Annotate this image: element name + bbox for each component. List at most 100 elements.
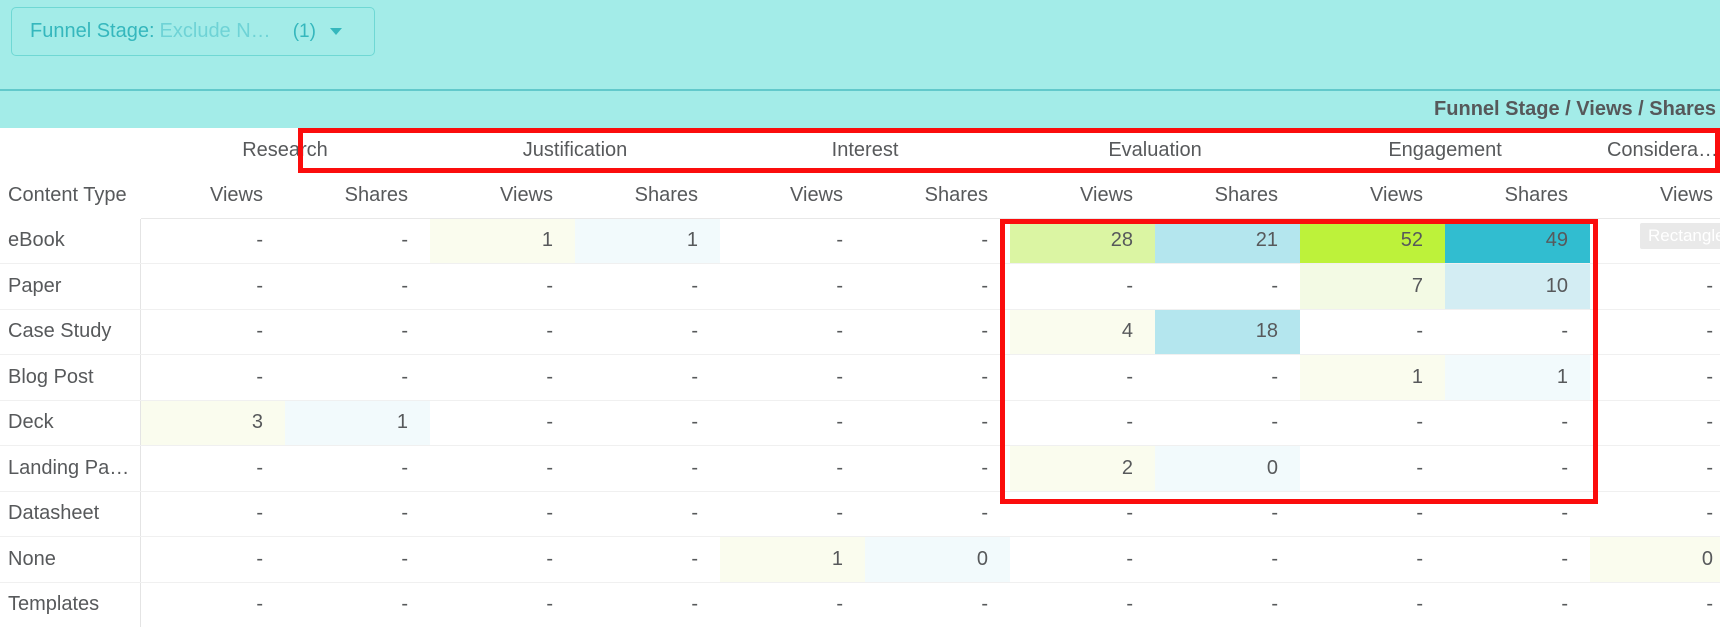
table-cell[interactable]: -: [430, 445, 576, 492]
table-cell[interactable]: -: [865, 491, 1011, 537]
table-cell[interactable]: 49: [1445, 218, 1591, 264]
table-cell[interactable]: 1: [720, 536, 866, 583]
table-cell[interactable]: -: [720, 263, 866, 310]
table-cell[interactable]: -: [285, 263, 431, 310]
group-header-evaluation[interactable]: Evaluation: [1010, 128, 1301, 173]
table-cell[interactable]: -: [1590, 309, 1720, 355]
group-header-considera[interactable]: Considera…: [1590, 128, 1720, 173]
table-cell[interactable]: 1: [1300, 354, 1446, 401]
table-cell[interactable]: -: [575, 445, 721, 492]
table-cell[interactable]: -: [430, 582, 576, 627]
table-cell[interactable]: -: [430, 400, 576, 446]
table-row[interactable]: Blog Post - - - - - - - -1 1-: [0, 354, 1720, 401]
table-cell[interactable]: -: [285, 445, 431, 492]
table-cell[interactable]: -: [1300, 309, 1446, 355]
column-header-shares-7[interactable]: Shares: [1155, 173, 1301, 219]
row-label[interactable]: Blog Post: [0, 354, 141, 401]
table-row[interactable]: Templates - - - - - - - - - - -: [0, 582, 1720, 627]
table-cell[interactable]: 0: [1590, 536, 1720, 583]
table-cell[interactable]: -: [720, 582, 866, 627]
table-cell[interactable]: 1: [285, 400, 431, 446]
table-cell[interactable]: -: [1155, 536, 1301, 583]
table-cell[interactable]: 18: [1155, 309, 1301, 355]
column-header-views-6[interactable]: Views: [1010, 173, 1156, 219]
table-cell[interactable]: 1: [430, 218, 576, 264]
table-cell[interactable]: -: [140, 263, 285, 310]
table-cell[interactable]: -: [1010, 582, 1156, 627]
table-cell[interactable]: -: [140, 445, 285, 492]
table-cell[interactable]: -: [720, 309, 866, 355]
table-cell[interactable]: -: [285, 218, 431, 264]
table-cell[interactable]: 1: [1445, 354, 1591, 401]
table-cell[interactable]: -: [1155, 491, 1301, 537]
table-cell[interactable]: -: [140, 309, 285, 355]
table-cell[interactable]: -: [1590, 354, 1720, 401]
group-header-engagement[interactable]: Engagement: [1300, 128, 1591, 173]
table-cell[interactable]: -: [1445, 309, 1591, 355]
table-cell[interactable]: -: [575, 354, 721, 401]
group-header-blank[interactable]: [0, 128, 140, 173]
table-cell[interactable]: -: [285, 536, 431, 583]
row-label[interactable]: None: [0, 536, 141, 583]
table-cell[interactable]: -: [430, 263, 576, 310]
table-row[interactable]: Deck 3 1- - - - - - - - -: [0, 400, 1720, 446]
table-cell[interactable]: -: [1445, 445, 1591, 492]
table-cell[interactable]: -: [720, 400, 866, 446]
table-cell[interactable]: -: [285, 309, 431, 355]
table-cell[interactable]: -: [720, 218, 866, 264]
table-cell[interactable]: -: [1590, 445, 1720, 492]
table-cell[interactable]: -: [720, 445, 866, 492]
table-cell[interactable]: -: [865, 445, 1011, 492]
table-cell[interactable]: -: [1445, 582, 1591, 627]
table-cell[interactable]: -: [430, 536, 576, 583]
table-cell[interactable]: -: [285, 491, 431, 537]
column-header-shares-3[interactable]: Shares: [575, 173, 721, 219]
table-cell[interactable]: -: [720, 491, 866, 537]
table-cell[interactable]: -: [575, 400, 721, 446]
column-header-views-8[interactable]: Views: [1300, 173, 1446, 219]
row-label[interactable]: Case Study: [0, 309, 141, 355]
table-cell[interactable]: -: [575, 491, 721, 537]
column-header-views-4[interactable]: Views: [720, 173, 866, 219]
table-cell[interactable]: -: [1590, 491, 1720, 537]
table-cell[interactable]: -: [1155, 400, 1301, 446]
table-cell[interactable]: -: [1010, 263, 1156, 310]
column-header-shares-1[interactable]: Shares: [285, 173, 431, 219]
group-header-justification[interactable]: Justification: [430, 128, 721, 173]
table-cell[interactable]: -: [140, 354, 285, 401]
table-cell[interactable]: -: [865, 218, 1011, 264]
table-cell[interactable]: -: [1445, 536, 1591, 583]
group-header-research[interactable]: Research: [140, 128, 431, 173]
table-cell[interactable]: -: [1300, 536, 1446, 583]
table-cell[interactable]: -: [865, 400, 1011, 446]
table-cell[interactable]: 2: [1010, 445, 1156, 492]
table-cell[interactable]: -: [1010, 491, 1156, 537]
table-cell[interactable]: 3: [140, 400, 285, 446]
group-header-interest[interactable]: Interest: [720, 128, 1011, 173]
table-cell[interactable]: -: [1590, 400, 1720, 446]
table-row[interactable]: None - - - -1 0- - - -0: [0, 536, 1720, 583]
table-cell[interactable]: -: [865, 354, 1011, 401]
table-cell[interactable]: 52: [1300, 218, 1446, 264]
table-cell[interactable]: -: [720, 354, 866, 401]
table-cell[interactable]: 7: [1300, 263, 1446, 310]
table-cell[interactable]: -: [1300, 445, 1446, 492]
table-cell[interactable]: -: [140, 536, 285, 583]
table-cell[interactable]: -: [430, 491, 576, 537]
table-row[interactable]: Case Study - - - - - -4 18- - -: [0, 309, 1720, 355]
column-header-content-type[interactable]: Content Type: [0, 173, 141, 218]
table-cell[interactable]: -: [285, 354, 431, 401]
table-cell[interactable]: -: [575, 582, 721, 627]
table-cell[interactable]: -: [1010, 400, 1156, 446]
table-cell[interactable]: -: [1590, 582, 1720, 627]
table-cell[interactable]: -: [1300, 582, 1446, 627]
table-cell[interactable]: 0: [1155, 445, 1301, 492]
row-label[interactable]: Datasheet: [0, 491, 141, 537]
column-header-shares-9[interactable]: Shares: [1445, 173, 1591, 219]
row-label[interactable]: Paper: [0, 263, 141, 310]
table-cell[interactable]: -: [1155, 354, 1301, 401]
table-cell[interactable]: 21: [1155, 218, 1301, 264]
table-cell[interactable]: 28: [1010, 218, 1156, 264]
table-row[interactable]: Datasheet - - - - - - - - - - -: [0, 491, 1720, 537]
row-label[interactable]: Deck: [0, 400, 141, 446]
